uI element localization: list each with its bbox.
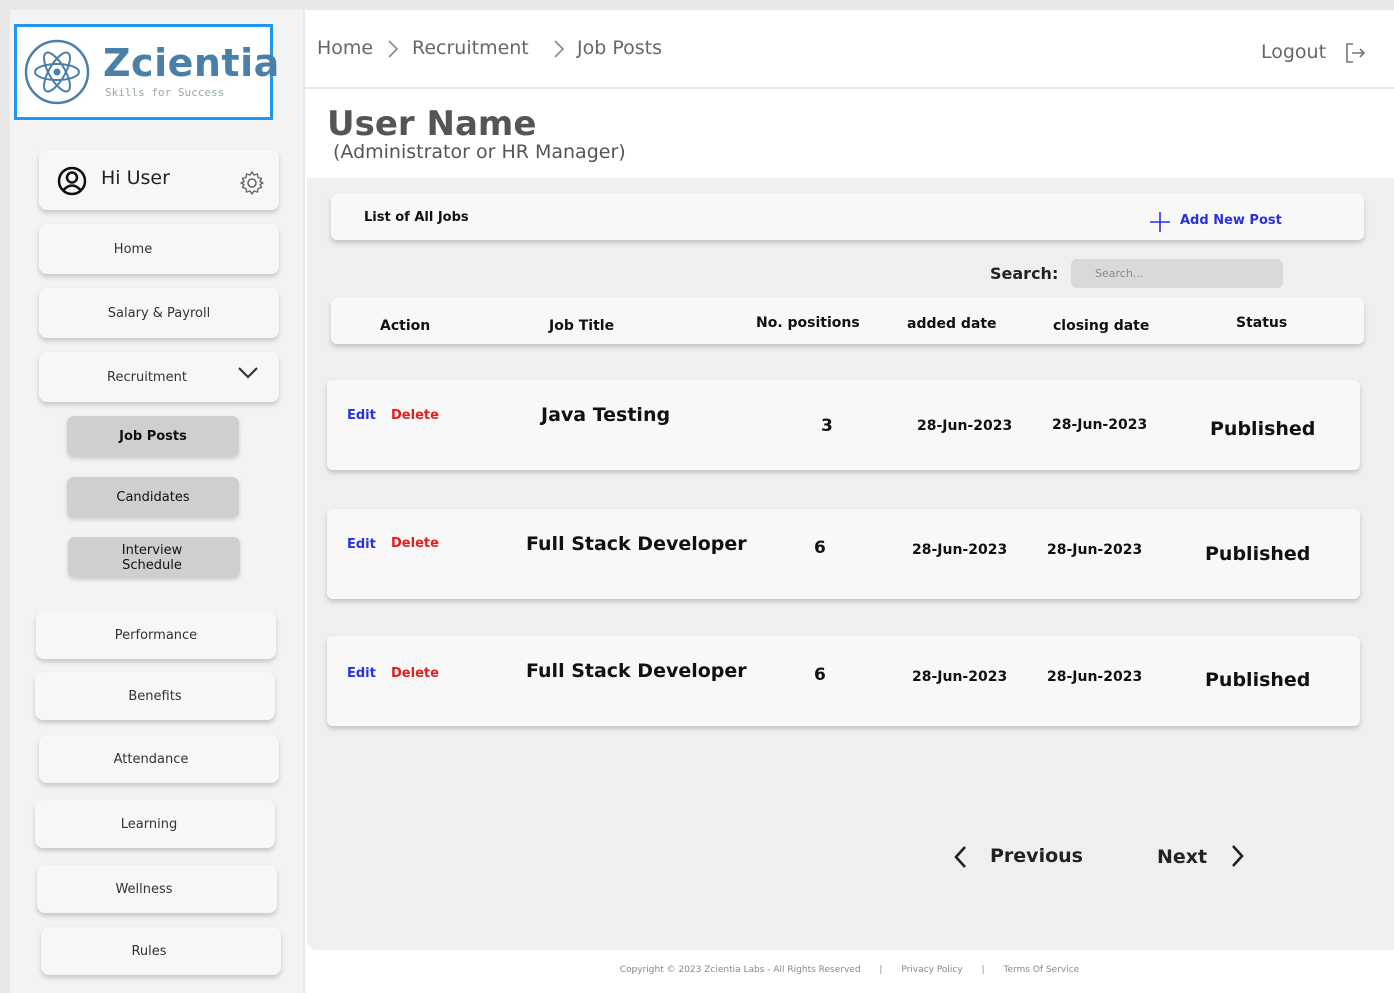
column-header-added-date: added date (907, 316, 997, 332)
positions-count: 6 (814, 538, 826, 558)
footer-separator: | (879, 965, 883, 975)
breadcrumb-job-posts: Job Posts (577, 37, 662, 59)
edit-link[interactable]: Edit (347, 408, 376, 423)
sidebar-item-label: Learning (120, 816, 178, 832)
chevron-down-icon[interactable] (237, 366, 259, 380)
positions-count: 3 (821, 416, 833, 436)
sidebar-item-label: Salary & Payroll (107, 305, 211, 321)
sidebar-item-label: Rules (131, 943, 167, 959)
list-title: List of All Jobs (364, 210, 469, 225)
chevron-right-icon[interactable] (1229, 843, 1245, 869)
sidebar-subitem-label: Candidates (116, 490, 190, 505)
closing-date: 28-Jun-2023 (1047, 669, 1143, 685)
content-area: List of All Jobs Add New Post Search: Ac… (307, 178, 1394, 950)
page-title: User Name (327, 104, 537, 144)
chevron-right-icon (388, 40, 399, 58)
column-header-job-title: Job Title (549, 318, 615, 334)
add-new-post-button[interactable]: Add New Post (1180, 213, 1282, 228)
terms-of-service-link[interactable]: Terms Of Service (1003, 965, 1079, 975)
sidebar-subitem-candidates[interactable]: Candidates (67, 477, 239, 518)
footer-copyright: Copyright © 2023 Zcientia Labs - All Rig… (619, 965, 861, 975)
sidebar-item-performance[interactable]: Performance (36, 611, 276, 659)
main-panel: Home Recruitment Job Posts Logout User N… (305, 10, 1394, 993)
column-header-status: Status (1236, 315, 1288, 331)
delete-link[interactable]: Delete (391, 408, 439, 423)
user-avatar-icon (57, 166, 87, 196)
job-title: Full Stack Developer (526, 533, 747, 555)
edit-link[interactable]: Edit (347, 537, 376, 552)
sidebar-item-salary-payroll[interactable]: Salary & Payroll (39, 288, 279, 338)
added-date: 28-Jun-2023 (912, 542, 1008, 558)
chevron-left-icon[interactable] (953, 844, 969, 870)
sidebar-subitem-label: Job Posts (119, 429, 187, 444)
breadcrumb-home[interactable]: Home (317, 37, 373, 59)
added-date: 28-Jun-2023 (917, 418, 1013, 434)
status-badge: Published (1210, 418, 1316, 440)
top-bar: Home Recruitment Job Posts Logout (305, 10, 1394, 89)
sidebar-subitem-job-posts[interactable]: Job Posts (67, 416, 239, 457)
user-greeting: Hi User (101, 167, 170, 189)
sidebar-item-label: Attendance (113, 751, 189, 767)
user-role: (Administrator or HR Manager) (333, 141, 626, 163)
privacy-policy-link[interactable]: Privacy Policy (901, 965, 962, 975)
column-header-positions: No. positions (756, 315, 860, 331)
job-title: Full Stack Developer (526, 660, 747, 682)
sidebar-item-learning[interactable]: Learning (35, 800, 275, 848)
sidebar-item-home[interactable]: Home (39, 224, 279, 274)
sidebar-subitem-label: Interview Schedule (121, 542, 183, 573)
sidebar-item-rules[interactable]: Rules (41, 927, 281, 975)
edit-link[interactable]: Edit (347, 666, 376, 681)
brand-tagline: Skills for Success (105, 86, 225, 99)
footer-separator: | (981, 965, 985, 975)
job-title: Java Testing (541, 404, 671, 426)
atom-logo-icon (24, 39, 90, 105)
status-badge: Published (1205, 543, 1311, 565)
brand-name: Zcientia (103, 41, 280, 85)
delete-link[interactable]: Delete (391, 666, 439, 681)
search-label: Search: (990, 264, 1059, 283)
sidebar-item-label: Recruitment (107, 369, 187, 385)
plus-icon[interactable] (1149, 211, 1171, 233)
sidebar: Zcientia Skills for Success Hi User Home… (10, 10, 303, 993)
delete-link[interactable]: Delete (391, 536, 439, 551)
search-input[interactable] (1071, 259, 1283, 288)
table-row: Edit Delete Full Stack Developer 6 28-Ju… (327, 509, 1360, 599)
table-header: Action Job Title No. positions added dat… (331, 298, 1364, 344)
chevron-right-icon (554, 40, 565, 58)
gear-icon[interactable] (239, 170, 265, 196)
next-button[interactable]: Next (1157, 846, 1207, 868)
sidebar-item-label: Benefits (128, 688, 182, 704)
user-card: Hi User (39, 150, 279, 210)
table-row: Edit Delete Full Stack Developer 6 28-Ju… (327, 636, 1360, 726)
sidebar-item-benefits[interactable]: Benefits (35, 672, 275, 720)
sidebar-subitem-interview-schedule[interactable]: Interview Schedule (68, 537, 240, 578)
added-date: 28-Jun-2023 (912, 669, 1008, 685)
footer: Copyright © 2023 Zcientia Labs - All Rig… (305, 965, 1394, 975)
breadcrumb-recruitment[interactable]: Recruitment (412, 37, 529, 59)
sidebar-item-wellness[interactable]: Wellness (37, 865, 277, 913)
column-header-closing-date: closing date (1053, 318, 1150, 334)
column-header-action: Action (380, 318, 431, 334)
sidebar-item-label: Wellness (115, 881, 173, 897)
previous-button[interactable]: Previous (990, 845, 1083, 867)
brand-logo[interactable]: Zcientia Skills for Success (14, 24, 279, 120)
logout-button[interactable]: Logout (1261, 41, 1326, 63)
list-header-card: List of All Jobs Add New Post (331, 194, 1364, 240)
sidebar-item-recruitment[interactable]: Recruitment (39, 352, 279, 402)
logout-icon[interactable] (1343, 41, 1367, 65)
positions-count: 6 (814, 665, 826, 685)
status-badge: Published (1205, 669, 1311, 691)
sidebar-item-label: Performance (114, 627, 198, 643)
closing-date: 28-Jun-2023 (1052, 417, 1148, 433)
sidebar-item-attendance[interactable]: Attendance (39, 735, 279, 783)
closing-date: 28-Jun-2023 (1047, 542, 1143, 558)
sidebar-item-label: Home (113, 241, 153, 257)
table-row: Edit Delete Java Testing 3 28-Jun-2023 2… (327, 380, 1360, 470)
